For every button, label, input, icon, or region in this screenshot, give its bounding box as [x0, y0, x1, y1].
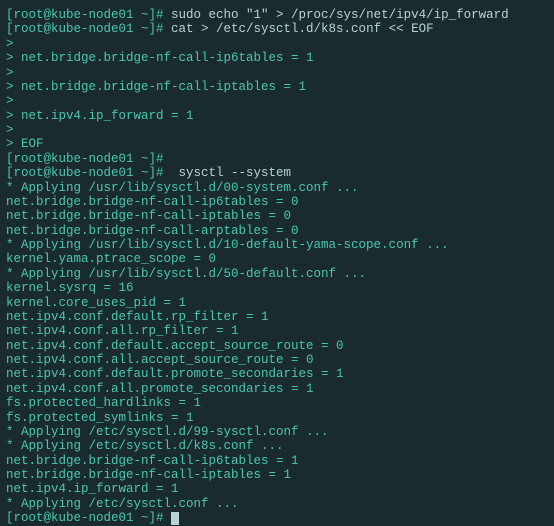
- output-text: net.ipv4.conf.all.promote_secondaries = …: [6, 382, 314, 396]
- output-text: net.ipv4.conf.all.accept_source_route = …: [6, 353, 314, 367]
- terminal-line: net.bridge.bridge-nf-call-ip6tables = 0: [6, 195, 548, 209]
- shell-prompt: [root@kube-node01 ~]#: [6, 511, 171, 525]
- output-text: net.ipv4.conf.default.promote_secondarie…: [6, 367, 344, 381]
- terminal-line: * Applying /etc/sysctl.d/99-sysctl.conf …: [6, 425, 548, 439]
- output-text: fs.protected_hardlinks = 1: [6, 396, 201, 410]
- terminal-line: net.bridge.bridge-nf-call-arptables = 0: [6, 224, 548, 238]
- shell-prompt: [root@kube-node01 ~]#: [6, 166, 179, 180]
- output-text: kernel.sysrq = 16: [6, 281, 134, 295]
- terminal-line: * Applying /etc/sysctl.conf ...: [6, 497, 548, 511]
- terminal-line: >: [6, 123, 548, 137]
- output-text: net.bridge.bridge-nf-call-iptables = 0: [6, 209, 291, 223]
- output-text: > EOF: [6, 137, 44, 151]
- output-text: net.bridge.bridge-nf-call-ip6tables = 1: [6, 454, 299, 468]
- terminal-line: >: [6, 94, 548, 108]
- terminal-line: kernel.sysrq = 16: [6, 281, 548, 295]
- terminal-line: kernel.yama.ptrace_scope = 0: [6, 252, 548, 266]
- shell-prompt: [root@kube-node01 ~]#: [6, 8, 171, 22]
- output-text: * Applying /usr/lib/sysctl.d/00-system.c…: [6, 181, 359, 195]
- terminal-line: > net.bridge.bridge-nf-call-ip6tables = …: [6, 51, 548, 65]
- terminal-line: > net.ipv4.ip_forward = 1: [6, 109, 548, 123]
- terminal-line: net.bridge.bridge-nf-call-iptables = 0: [6, 209, 548, 223]
- terminal-line: > net.bridge.bridge-nf-call-iptables = 1: [6, 80, 548, 94]
- shell-command: sysctl --system: [179, 166, 292, 180]
- terminal-line: net.ipv4.conf.all.rp_filter = 1: [6, 324, 548, 338]
- terminal-line: * Applying /usr/lib/sysctl.d/50-default.…: [6, 267, 548, 281]
- shell-command: sudo echo "1" > /proc/sys/net/ipv4/ip_fo…: [171, 8, 509, 22]
- terminal-line: net.ipv4.conf.all.accept_source_route = …: [6, 353, 548, 367]
- output-text: * Applying /usr/lib/sysctl.d/50-default.…: [6, 267, 366, 281]
- shell-prompt: [root@kube-node01 ~]#: [6, 152, 164, 166]
- terminal-line: net.ipv4.ip_forward = 1: [6, 482, 548, 496]
- cursor-icon: [171, 512, 179, 525]
- output-text: kernel.yama.ptrace_scope = 0: [6, 252, 216, 266]
- terminal-line: net.ipv4.conf.all.promote_secondaries = …: [6, 382, 548, 396]
- output-text: net.ipv4.conf.default.rp_filter = 1: [6, 310, 269, 324]
- terminal-line: > EOF: [6, 137, 548, 151]
- terminal-line: >: [6, 37, 548, 51]
- terminal-line: * Applying /etc/sysctl.d/k8s.conf ...: [6, 439, 548, 453]
- terminal-line: [root@kube-node01 ~]# sudo echo "1" > /p…: [6, 8, 548, 22]
- output-text: >: [6, 123, 14, 137]
- output-text: > net.bridge.bridge-nf-call-ip6tables = …: [6, 51, 314, 65]
- terminal-line: * Applying /usr/lib/sysctl.d/10-default-…: [6, 238, 548, 252]
- terminal-line: >: [6, 66, 548, 80]
- output-text: net.ipv4.conf.all.rp_filter = 1: [6, 324, 239, 338]
- output-text: net.bridge.bridge-nf-call-iptables = 1: [6, 468, 291, 482]
- output-text: kernel.core_uses_pid = 1: [6, 296, 186, 310]
- output-text: net.bridge.bridge-nf-call-ip6tables = 0: [6, 195, 299, 209]
- output-text: >: [6, 37, 14, 51]
- output-text: * Applying /etc/sysctl.d/k8s.conf ...: [6, 439, 284, 453]
- output-text: net.ipv4.ip_forward = 1: [6, 482, 179, 496]
- terminal-line: net.ipv4.conf.default.rp_filter = 1: [6, 310, 548, 324]
- output-text: net.ipv4.conf.default.accept_source_rout…: [6, 339, 344, 353]
- terminal-line: kernel.core_uses_pid = 1: [6, 296, 548, 310]
- output-text: * Applying /etc/sysctl.conf ...: [6, 497, 239, 511]
- output-text: > net.ipv4.ip_forward = 1: [6, 109, 194, 123]
- terminal-line: * Applying /usr/lib/sysctl.d/00-system.c…: [6, 181, 548, 195]
- terminal-line: [root@kube-node01 ~]# cat > /etc/sysctl.…: [6, 22, 548, 36]
- output-text: * Applying /usr/lib/sysctl.d/10-default-…: [6, 238, 449, 252]
- terminal-line: net.bridge.bridge-nf-call-ip6tables = 1: [6, 454, 548, 468]
- terminal-line: fs.protected_hardlinks = 1: [6, 396, 548, 410]
- terminal-line: net.ipv4.conf.default.promote_secondarie…: [6, 367, 548, 381]
- shell-command: cat > /etc/sysctl.d/k8s.conf << EOF: [171, 22, 434, 36]
- terminal-line: [root@kube-node01 ~]#: [6, 511, 548, 525]
- terminal-line: [root@kube-node01 ~]#: [6, 152, 548, 166]
- terminal-line: [root@kube-node01 ~]# sysctl --system: [6, 166, 548, 180]
- output-text: >: [6, 66, 14, 80]
- terminal-line: net.ipv4.conf.default.accept_source_rout…: [6, 339, 548, 353]
- output-text: > net.bridge.bridge-nf-call-iptables = 1: [6, 80, 306, 94]
- output-text: net.bridge.bridge-nf-call-arptables = 0: [6, 224, 299, 238]
- output-text: * Applying /etc/sysctl.d/99-sysctl.conf …: [6, 425, 329, 439]
- terminal-line: net.bridge.bridge-nf-call-iptables = 1: [6, 468, 548, 482]
- output-text: fs.protected_symlinks = 1: [6, 411, 194, 425]
- shell-prompt: [root@kube-node01 ~]#: [6, 22, 171, 36]
- terminal-line: fs.protected_symlinks = 1: [6, 411, 548, 425]
- terminal-output[interactable]: [root@kube-node01 ~]# sudo echo "1" > /p…: [6, 8, 548, 526]
- output-text: >: [6, 94, 14, 108]
